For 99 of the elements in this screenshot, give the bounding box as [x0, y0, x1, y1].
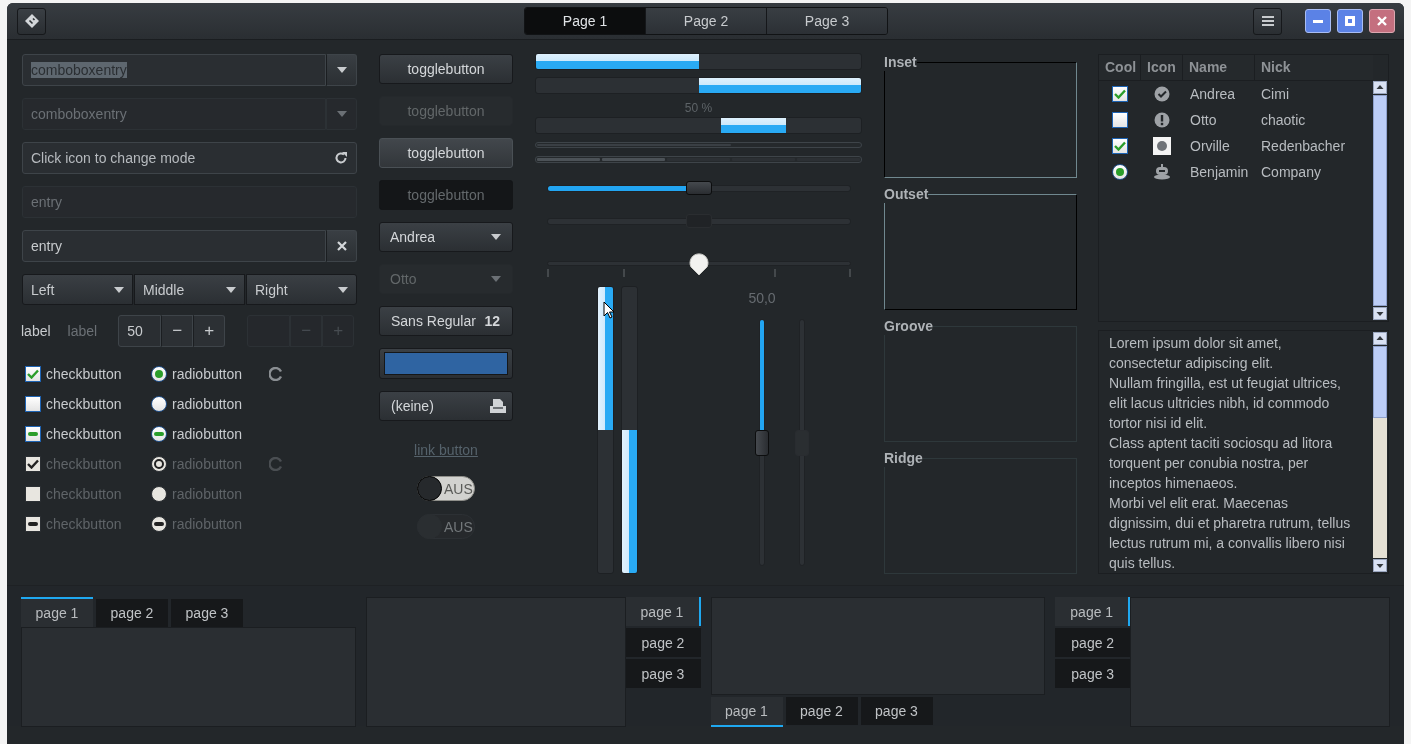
table-cell-text: Redenbacher [1260, 138, 1347, 154]
close-button[interactable] [1369, 9, 1395, 33]
toggle-switch[interactable]: AUS [417, 476, 475, 501]
checkmark-icon [1114, 89, 1126, 99]
checkbox[interactable] [1112, 86, 1128, 102]
tab[interactable]: Page 1 [525, 8, 645, 34]
menu-icon [1261, 16, 1274, 26]
tab[interactable]: Page 2 [645, 8, 766, 34]
clear-button[interactable] [326, 230, 357, 262]
radio-button[interactable]: radiobutton [151, 426, 269, 442]
tab[interactable]: page 2 [785, 697, 858, 725]
paragraph: Lorem ipsum dolor sit amet, consectetur adipiscing elit. [1109, 334, 1283, 373]
refresh-icon [334, 151, 348, 165]
dropdown-button[interactable] [326, 54, 357, 86]
font-button[interactable]: Sans Regular 12 [379, 306, 513, 336]
document-icon [490, 399, 506, 413]
app-menu-button[interactable] [17, 7, 46, 35]
file-button[interactable]: (keine) [379, 391, 513, 421]
close-icon [336, 241, 347, 251]
column-header[interactable]: Nick [1255, 55, 1373, 80]
paragraph: Class aptent taciti sociosqu ad litora torquent per conubia nostra, per inceptos himenaeos. [1109, 434, 1334, 493]
tab[interactable]: page 1 [625, 597, 701, 626]
frame-label: Inset [884, 54, 917, 71]
caret-icon [336, 67, 347, 73]
column-header[interactable]: Cool [1099, 55, 1141, 80]
slider-value: 50,0 [748, 289, 776, 308]
checkmark-icon [27, 369, 39, 379]
spin-field[interactable]: 50 [118, 315, 162, 347]
frame-label: Groove [884, 318, 933, 335]
table-cell-text: Orville [1189, 138, 1231, 154]
caret-icon [226, 286, 236, 293]
check-circle-icon [1154, 86, 1170, 102]
label: label [21, 323, 51, 339]
text-field[interactable]: Click icon to change mode [22, 142, 357, 174]
radio-button[interactable] [1112, 164, 1128, 180]
checkbox[interactable] [1112, 138, 1128, 154]
paragraph: Morbi vel elit erat. Maecenas dignissim, dui et pharetra rutrum, tellus lectus rutrum mi, a convallis libero nisi quis tellus. [1109, 494, 1352, 573]
dropdown-button[interactable]: Middle [134, 274, 245, 305]
checkmark-icon [1114, 141, 1126, 151]
frame-label: Outset [884, 186, 929, 203]
close-icon [1377, 16, 1387, 26]
toggle-button[interactable]: togglebutton [379, 138, 513, 168]
caret-icon [336, 111, 347, 117]
caret-icon [491, 234, 501, 240]
table-cell-text: Cimi [1260, 86, 1290, 102]
tab[interactable]: page 1 [1055, 597, 1131, 626]
exclamation-icon [1154, 112, 1170, 128]
decrement-button[interactable]: − [161, 315, 194, 347]
cursor-icon [603, 301, 615, 319]
label: label [67, 323, 98, 339]
radio-button[interactable]: radiobutton [151, 366, 269, 382]
column-header[interactable]: Name [1183, 55, 1255, 80]
diamond-icon [24, 14, 39, 28]
maximize-icon [1345, 16, 1355, 26]
checkmark-icon [27, 459, 39, 469]
robot-icon [1153, 164, 1171, 180]
checkbox[interactable]: checkbutton [25, 366, 151, 382]
frame-label: Ridge [884, 450, 923, 467]
checkbox[interactable]: checkbutton [25, 396, 151, 412]
text-field[interactable]: entry [22, 230, 326, 262]
tab[interactable]: page 1 [21, 597, 93, 627]
minimize-button[interactable] [1305, 9, 1331, 33]
table-cell-text: Otto [1189, 112, 1218, 128]
tab[interactable]: page 3 [171, 599, 243, 627]
table-cell-text: chaotic [1260, 112, 1307, 128]
maximize-button[interactable] [1337, 9, 1363, 33]
table-cell-text: Andrea [1189, 86, 1237, 102]
scrollbar[interactable] [1373, 80, 1387, 321]
radio-button[interactable]: radiobutton [151, 396, 269, 412]
slider-handle[interactable] [686, 181, 712, 195]
table-cell-text: Company [1260, 164, 1322, 180]
tab[interactable]: page 2 [96, 599, 168, 627]
tab[interactable]: Page 3 [766, 8, 887, 34]
minimize-icon [1313, 19, 1323, 23]
column-header[interactable]: Icon [1141, 55, 1183, 80]
scrollbar[interactable] [1373, 331, 1387, 573]
checkbox[interactable]: checkbutton [25, 426, 151, 442]
menu-button[interactable] [1253, 7, 1282, 35]
tab[interactable]: page 1 [710, 697, 783, 727]
tab[interactable]: page 2 [625, 628, 701, 657]
image-icon [1153, 137, 1171, 155]
activity-block [721, 118, 787, 133]
caret-icon [114, 286, 124, 293]
progress-label: 50 % [684, 100, 713, 117]
dropdown-button[interactable]: Left [22, 274, 133, 305]
tab[interactable]: page 3 [860, 697, 933, 725]
caret-icon [491, 276, 501, 282]
paragraph: Nullam fringilla, est ut feugiat ultrices, elit lacus ultricies nibh, id commodo tortor nisi id elit. [1109, 374, 1342, 433]
tab[interactable]: page 3 [1055, 659, 1131, 688]
checkbox[interactable] [1112, 112, 1128, 128]
dropdown-button[interactable]: Right [246, 274, 357, 305]
table-cell-text: Benjamin [1189, 164, 1250, 180]
slider-handle[interactable] [755, 429, 769, 456]
tab[interactable]: page 2 [1055, 628, 1131, 657]
increment-button[interactable]: + [193, 315, 226, 347]
caret-icon [338, 286, 348, 293]
toggle-button[interactable]: togglebutton [379, 54, 513, 84]
tab[interactable]: page 3 [625, 659, 701, 688]
dropdown-button[interactable]: Andrea [379, 222, 513, 252]
